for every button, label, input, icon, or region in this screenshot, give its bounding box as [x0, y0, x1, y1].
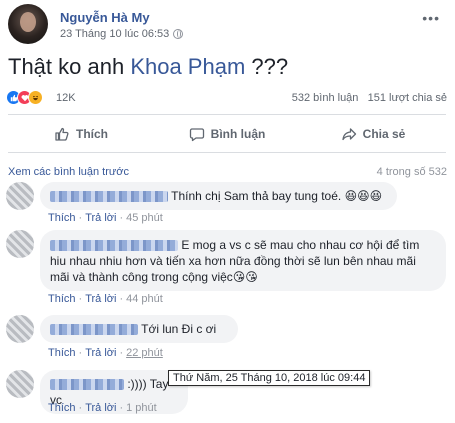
post-actions: Thích Bình luận Chia sẻ [8, 118, 446, 150]
comment-like-link[interactable]: Thích [48, 347, 76, 359]
comment-meta: Thích · Trả lời · 22 phút [48, 347, 163, 359]
commenter-avatar[interactable] [6, 370, 34, 398]
shares-count[interactable]: 151 lượt chia sẻ [368, 92, 447, 104]
post-text-before: Thật ko anh [8, 54, 131, 79]
globe-icon [173, 29, 184, 39]
like-button[interactable]: Thích [8, 118, 154, 150]
comment-button-label: Bình luận [210, 127, 266, 141]
comment-bubble: Thính chị Sam thả bay tung toé. 😆😆😆 [40, 182, 397, 210]
commenter-name[interactable] [50, 324, 138, 336]
reaction-count[interactable]: 12K [56, 92, 76, 104]
comment-reply-link[interactable]: Trả lời [85, 212, 116, 224]
comment-bubble: Tới lun Đi c ơi [40, 315, 238, 343]
author-avatar[interactable] [8, 4, 48, 44]
divider [8, 114, 446, 115]
divider [8, 152, 446, 153]
haha-icon [28, 90, 43, 105]
comment-like-link[interactable]: Thích [48, 212, 76, 224]
commenter-avatar[interactable] [6, 315, 34, 343]
post-timestamp[interactable]: 23 Tháng 10 lúc 06:53 [60, 28, 184, 40]
comment-bubble-icon [189, 128, 204, 142]
comment-text: Thính chị Sam thả bay tung toé. 😆😆😆 [171, 189, 383, 203]
comment-reply-link[interactable]: Trả lời [85, 402, 116, 414]
commenter-name[interactable] [50, 240, 178, 252]
comment-meta: Thích · Trả lời · 45 phút [48, 212, 163, 224]
commenter-avatar[interactable] [6, 230, 34, 258]
post-stats: 532 bình luận 151 lượt chia sẻ [292, 92, 447, 104]
comment-counter: 4 trong số 532 [376, 166, 447, 178]
comment-reply-link[interactable]: Trả lời [85, 293, 116, 305]
share-arrow-icon [342, 128, 356, 141]
comment-time[interactable]: 45 phút [126, 212, 163, 224]
timestamp-tooltip: Thứ Năm, 25 Tháng 10, 2018 lúc 09:44 [168, 370, 371, 386]
post-text: Thật ko anh Khoa Phạm ??? [8, 54, 288, 80]
post-time-text[interactable]: 23 Tháng 10 lúc 06:53 [60, 28, 169, 40]
comments-count[interactable]: 532 bình luận [292, 92, 359, 104]
comment-reply-link[interactable]: Trả lời [85, 347, 116, 359]
comment-meta: Thích · Trả lời · 44 phút [48, 293, 163, 305]
commenter-name[interactable] [50, 379, 124, 391]
share-button-label: Chia sẻ [362, 127, 406, 141]
mention-link[interactable]: Khoa Phạm [130, 54, 245, 79]
comment-bubble: E mog a vs c sẽ mau cho nhau cơ hội để t… [40, 230, 446, 291]
comment-button[interactable]: Bình luận [154, 118, 300, 150]
commenter-avatar[interactable] [6, 182, 34, 210]
comment-time[interactable]: 1 phút [126, 402, 157, 414]
more-options-icon[interactable]: ••• [422, 10, 440, 26]
comment-like-link[interactable]: Thích [48, 402, 76, 414]
reactions-bar: 12K 532 bình luận 151 lượt chia sẻ [6, 88, 447, 108]
comment-meta: Thích · Trả lời · 1 phút [48, 402, 157, 414]
like-button-label: Thích [76, 127, 108, 141]
post-text-after: ??? [245, 54, 289, 79]
thumbs-up-icon [55, 127, 69, 141]
comment-text: Tới lun Đi c ơi [141, 322, 217, 336]
comment-time[interactable]: 22 phút [126, 347, 163, 359]
share-button[interactable]: Chia sẻ [300, 118, 446, 150]
view-previous-comments-link[interactable]: Xem các bình luận trước [8, 166, 129, 178]
comment-time[interactable]: 44 phút [126, 293, 163, 305]
reaction-icons[interactable] [6, 90, 43, 105]
commenter-name[interactable] [50, 191, 168, 203]
post-header: Nguyễn Hà My 23 Tháng 10 lúc 06:53 ••• [8, 4, 448, 44]
author-name[interactable]: Nguyễn Hà My [60, 10, 150, 25]
comment-like-link[interactable]: Thích [48, 293, 76, 305]
